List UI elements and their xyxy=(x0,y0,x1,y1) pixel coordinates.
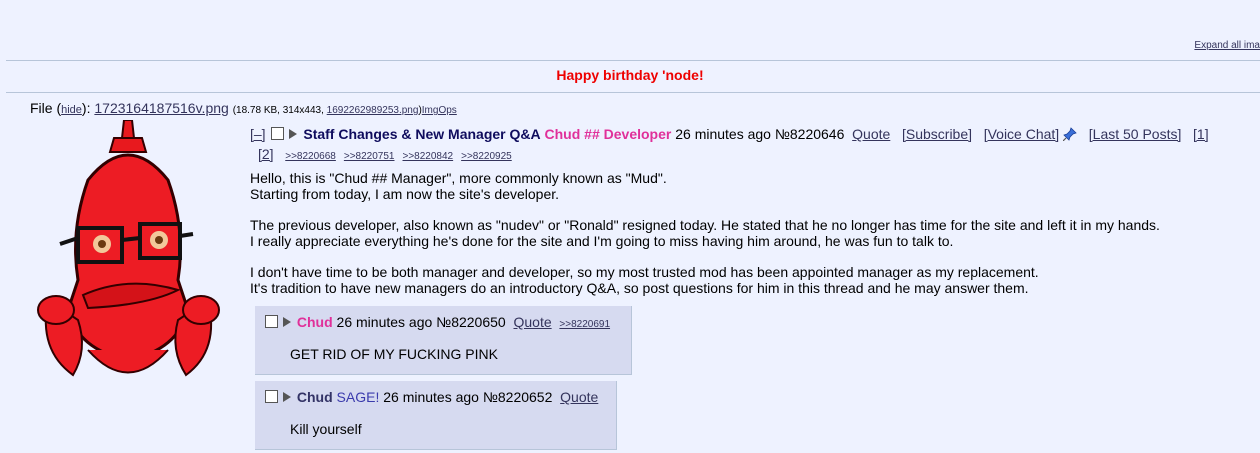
reply-poster-name: Chud xyxy=(296,389,333,405)
reply-text: Kill yourself xyxy=(290,421,362,437)
expand-all-images-link[interactable]: Expand all ima xyxy=(1194,40,1260,51)
page-1-link[interactable]: [1] xyxy=(1193,126,1209,142)
op-poster-name: Chud xyxy=(544,126,581,142)
subscribe-link[interactable]: [Subscribe] xyxy=(902,126,972,142)
file-info: File (hide): 1723164187516v.png (18.78 K… xyxy=(30,100,457,116)
op-line: Hello, this is "Chud ## Manager", more c… xyxy=(250,170,667,186)
op-post-time: 26 minutes ago xyxy=(675,126,771,142)
imgops-link[interactable]: ImgOps xyxy=(422,105,457,116)
op-image-thumbnail[interactable] xyxy=(28,120,228,400)
op-paragraph: The previous developer, also known as "n… xyxy=(250,217,1250,249)
op-select-checkbox[interactable] xyxy=(271,127,285,140)
file-label: File ( xyxy=(30,100,62,116)
voice-chat-link[interactable]: [Voice Chat] xyxy=(984,126,1060,142)
hide-file-link[interactable]: hide xyxy=(61,104,82,116)
op-poster-capcode: ## Developer xyxy=(584,126,672,142)
op-paragraph: Hello, this is "Chud ## Manager", more c… xyxy=(250,170,1250,202)
page-2-link[interactable]: [2] xyxy=(258,146,274,162)
post-menu-arrow-icon[interactable] xyxy=(289,129,298,139)
op-paragraph: I don't have time to be both manager and… xyxy=(250,264,1250,296)
op-quote-link[interactable]: Quote xyxy=(852,126,890,142)
reply-time: 26 minutes ago xyxy=(383,389,479,405)
reply-number: №8220652 xyxy=(482,389,553,405)
backlink[interactable]: >>8220842 xyxy=(403,151,454,162)
expand-all-images: Expand all ima xyxy=(1194,40,1260,51)
sticky-pin-icon xyxy=(1063,127,1077,141)
reply-poster-name: Chud xyxy=(296,314,333,330)
op-line: It's tradition to have new managers do a… xyxy=(250,280,1029,296)
reply-number: №8220650 xyxy=(436,314,506,330)
post-menu-arrow-icon[interactable] xyxy=(283,317,291,327)
divider-bottom xyxy=(6,92,1260,93)
reply-quote-link[interactable]: Quote xyxy=(560,389,598,405)
backlink[interactable]: >>8220691 xyxy=(559,319,610,330)
backlink[interactable]: >>8220925 xyxy=(461,151,512,162)
reply-header: Chud 26 minutes ago №8220650 Quote >>822… xyxy=(263,314,618,330)
file-meta-prefix: (18.78 KB, 314x443, xyxy=(232,105,324,116)
last-50-posts-link[interactable]: [Last 50 Posts] xyxy=(1089,126,1182,142)
file-label-close: ): xyxy=(81,100,91,116)
reply-time: 26 minutes ago xyxy=(336,314,433,330)
op-line: I really appreciate everything he's done… xyxy=(250,233,954,249)
reply-header: Chud SAGE! 26 minutes ago №8220652 Quote xyxy=(263,389,598,405)
op-post-number: №8220646 xyxy=(774,126,845,142)
backlink[interactable]: >>8220668 xyxy=(285,151,336,162)
reply-text: GET RID OF MY FUCKING PINK xyxy=(290,346,498,362)
file-name-link[interactable]: 1723164187516v.png xyxy=(94,100,228,116)
thread-subject: Staff Changes & New Manager Q&A xyxy=(303,126,541,142)
file-meta: (18.78 KB, 314x443, 1692262989253.png)Im… xyxy=(233,105,457,116)
announcement-banner: Happy birthday 'node! xyxy=(556,67,704,83)
reply-select-checkbox[interactable] xyxy=(265,390,278,403)
reply-post: Chud 26 minutes ago №8220650 Quote >>822… xyxy=(255,306,632,375)
op-line: The previous developer, also known as "n… xyxy=(250,217,1160,233)
backlink[interactable]: >>8220751 xyxy=(344,151,395,162)
op-backlinks: [2] >>8220668 >>8220751 >>8220842 >>8220925 xyxy=(250,146,520,162)
collapse-thread-button[interactable]: [–] xyxy=(250,126,266,142)
sage-label: SAGE! xyxy=(336,389,380,405)
reply-select-checkbox[interactable] xyxy=(265,315,278,328)
original-filename-link[interactable]: 1692262989253.png xyxy=(327,105,419,116)
reply-quote-link[interactable]: Quote xyxy=(513,314,551,330)
post-menu-arrow-icon[interactable] xyxy=(283,392,291,402)
op-post-body: Hello, this is "Chud ## Manager", more c… xyxy=(250,170,1250,311)
op-line: I don't have time to be both manager and… xyxy=(250,264,1039,280)
reply-post: Chud SAGE! 26 minutes ago №8220652 Quote… xyxy=(255,381,617,450)
op-line: Starting from today, I am now the site's… xyxy=(250,186,560,202)
op-post-header: [–] Staff Changes & New Manager Q&A Chud… xyxy=(250,124,1260,167)
divider-top xyxy=(6,60,1260,61)
